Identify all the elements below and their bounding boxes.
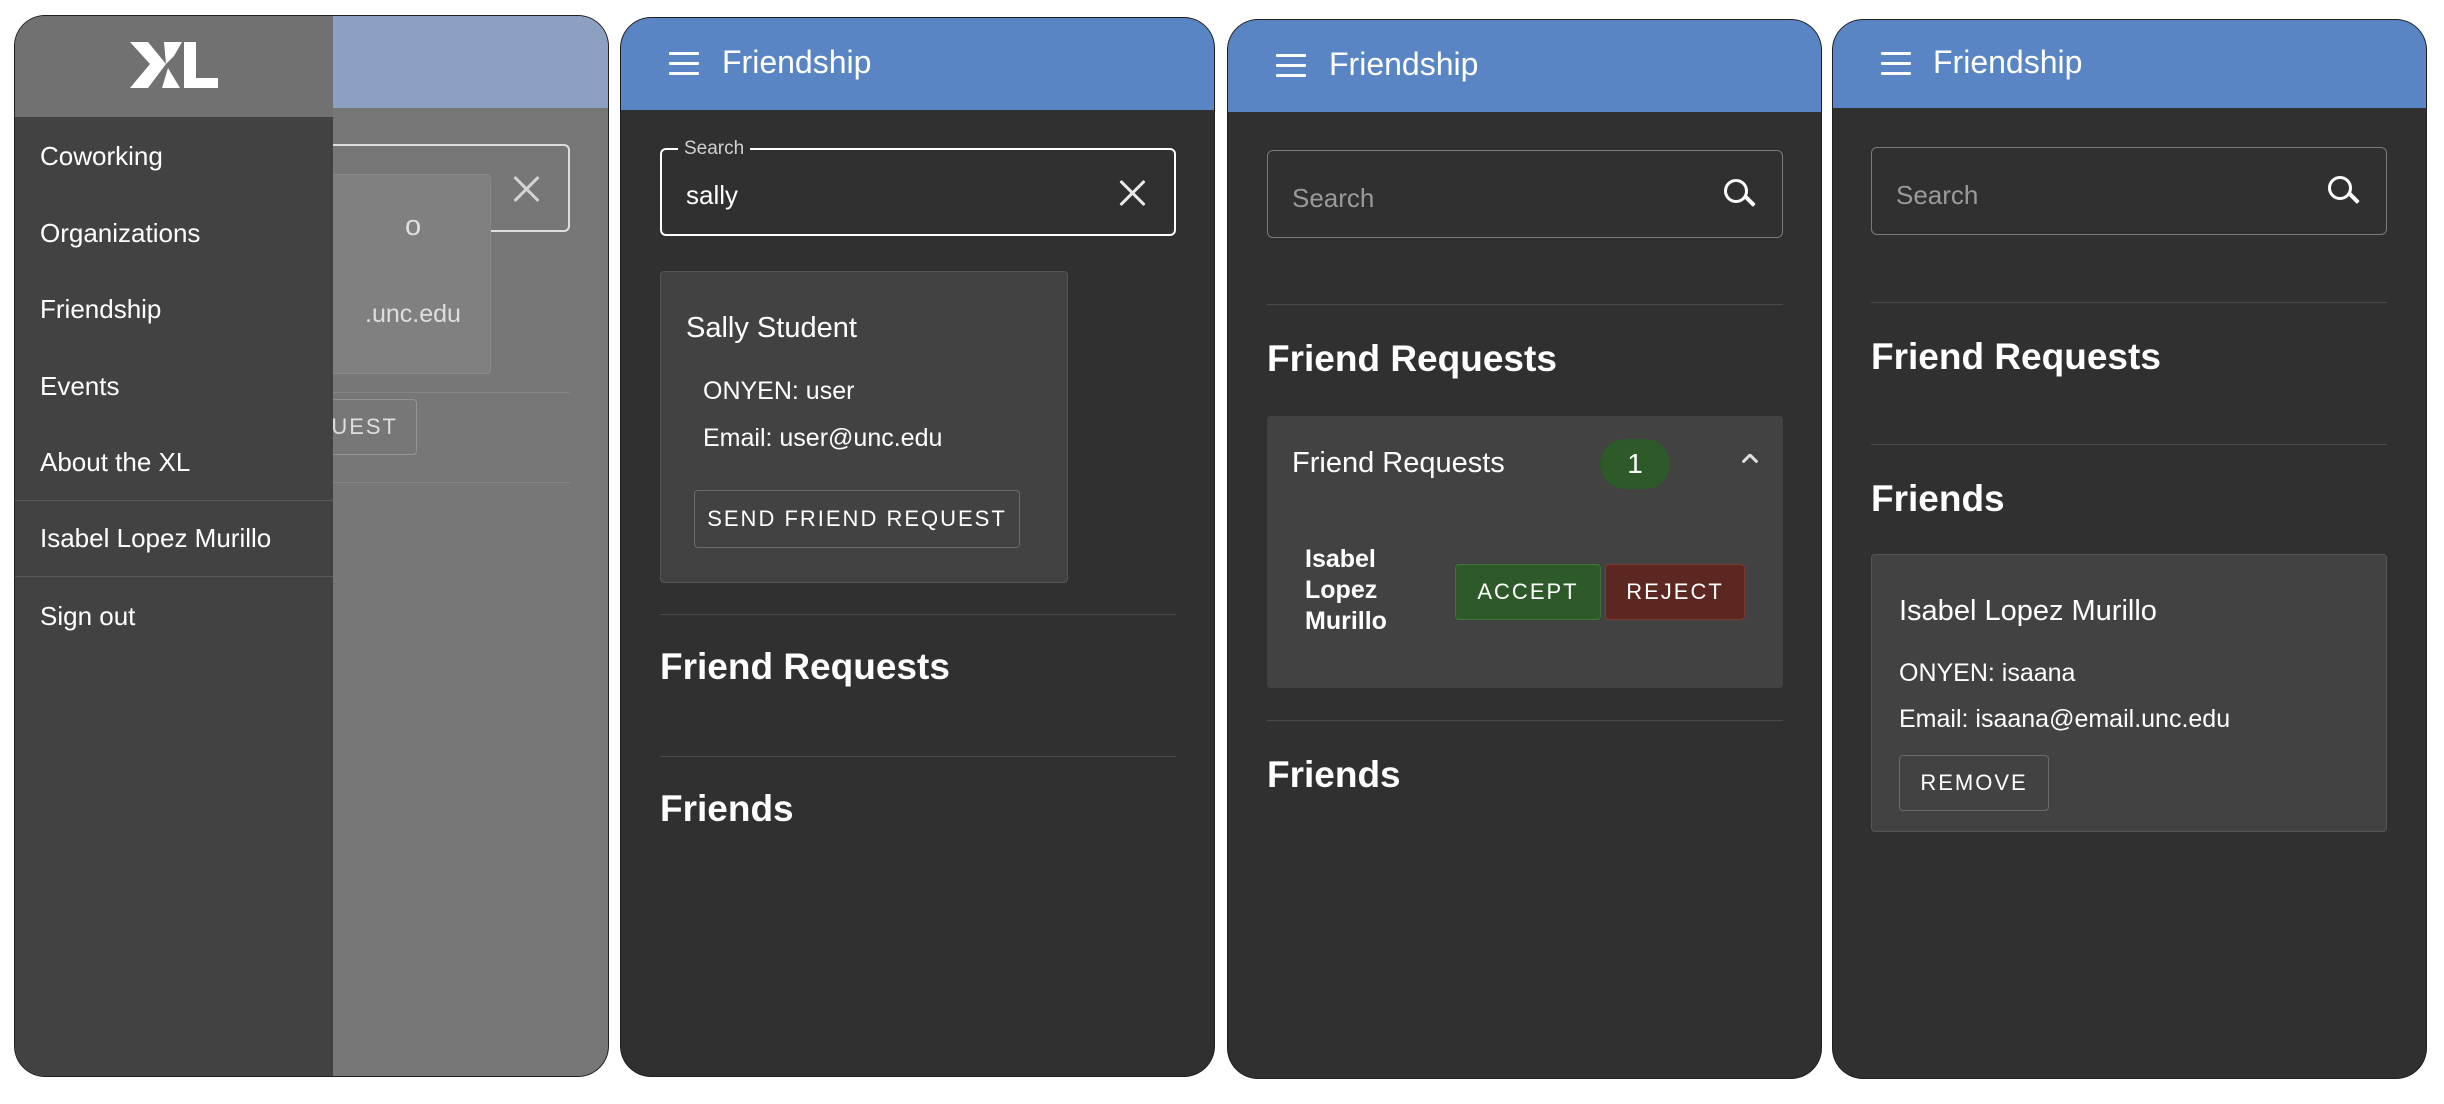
send-friend-request-button[interactable]: SEND FRIEND REQUEST	[694, 490, 1020, 548]
navigation-drawer: Coworking Organizations Friendship Event…	[15, 16, 333, 1076]
drawer-item-organizations[interactable]: Organizations	[40, 218, 200, 249]
search-input[interactable]: Search	[1267, 150, 1783, 238]
close-icon[interactable]	[1118, 178, 1148, 208]
divider	[660, 756, 1176, 757]
app-bar: Friendship	[1228, 20, 1821, 112]
friend-name: Isabel Lopez Murillo	[1899, 595, 2157, 627]
app-bar: Friendship	[1833, 20, 2426, 108]
remove-friend-button[interactable]: REMOVE	[1899, 755, 2049, 811]
friend-requests-panel: Friend Requests 1 Isabel Lopez Murillo A…	[1267, 416, 1783, 688]
request-count-badge: 1	[1600, 439, 1670, 489]
search-icon[interactable]	[1724, 179, 1756, 211]
xl-logo	[130, 42, 218, 88]
divider	[1871, 302, 2387, 303]
friends-heading: Friends	[1267, 754, 1401, 795]
drawer-item-about[interactable]: About the XL	[40, 447, 190, 478]
divider	[1267, 304, 1783, 305]
drawer-divider	[15, 500, 333, 501]
drawer-item-events[interactable]: Events	[40, 371, 120, 402]
search-placeholder: Search	[1896, 180, 1979, 210]
divider	[1871, 444, 2387, 445]
request-name-line: Isabel	[1305, 545, 1376, 573]
search-icon[interactable]	[2328, 176, 2360, 208]
app-bar: Friendship	[621, 18, 1214, 110]
friend-requests-heading: Friend Requests	[1267, 338, 1557, 379]
friends-heading: Friends	[1871, 478, 2005, 519]
search-placeholder: Search	[1292, 183, 1375, 213]
accept-button[interactable]: ACCEPT	[1455, 564, 1601, 620]
search-input[interactable]: Search	[1871, 147, 2387, 235]
divider	[1267, 720, 1783, 721]
user-result-card: Sally Student ONYEN: user Email: user@un…	[660, 271, 1068, 583]
phone-screen-requests: Friendship Search Friend Requests Friend…	[1228, 20, 1821, 1078]
drawer-item-coworking[interactable]: Coworking	[40, 141, 163, 172]
drawer-item-sign-out[interactable]: Sign out	[40, 601, 135, 632]
menu-icon[interactable]	[1276, 54, 1306, 78]
result-onyen: ONYEN: user	[703, 377, 855, 405]
menu-icon[interactable]	[1881, 52, 1911, 76]
phone-screen-friends: Friendship Search Friend Requests Friend…	[1833, 20, 2426, 1078]
panel-title: Friend Requests	[1292, 447, 1505, 479]
phone-screen-search: Friendship Search sally Sally Student ON…	[621, 18, 1214, 1076]
result-email: Email: user@unc.edu	[703, 424, 943, 452]
divider	[660, 614, 1176, 615]
friend-requests-heading: Friend Requests	[1871, 336, 2161, 377]
page-title: Friendship	[722, 44, 872, 80]
friend-email: Email: isaana@email.unc.edu	[1899, 705, 2231, 733]
result-name: Sally Student	[686, 312, 857, 344]
page-title: Friendship	[1933, 44, 2083, 80]
search-label: Search	[678, 138, 751, 160]
friends-heading: Friends	[660, 788, 794, 829]
drawer-item-friendship[interactable]: Friendship	[40, 294, 161, 325]
friend-card: Isabel Lopez Murillo ONYEN: isaana Email…	[1871, 554, 2387, 832]
request-name: Isabel Lopez Murillo	[1305, 544, 1387, 637]
page-title: Friendship	[1329, 46, 1479, 82]
chevron-up-icon[interactable]	[1741, 450, 1759, 468]
search-value: sally	[686, 180, 739, 210]
friend-onyen: ONYEN: isaana	[1899, 659, 2076, 687]
drawer-divider	[15, 576, 333, 577]
friend-requests-heading: Friend Requests	[660, 646, 950, 687]
drawer-header	[15, 16, 333, 117]
request-name-line: Murillo	[1305, 607, 1387, 635]
reject-button[interactable]: REJECT	[1605, 564, 1745, 620]
phone-screen-drawer: o .unc.edu UEST Coworking Organizations …	[15, 16, 608, 1076]
search-input[interactable]: Search sally	[660, 138, 1176, 236]
request-name-line: Lopez	[1305, 576, 1378, 604]
drawer-item-profile[interactable]: Isabel Lopez Murillo	[40, 523, 271, 554]
menu-icon[interactable]	[669, 52, 699, 76]
